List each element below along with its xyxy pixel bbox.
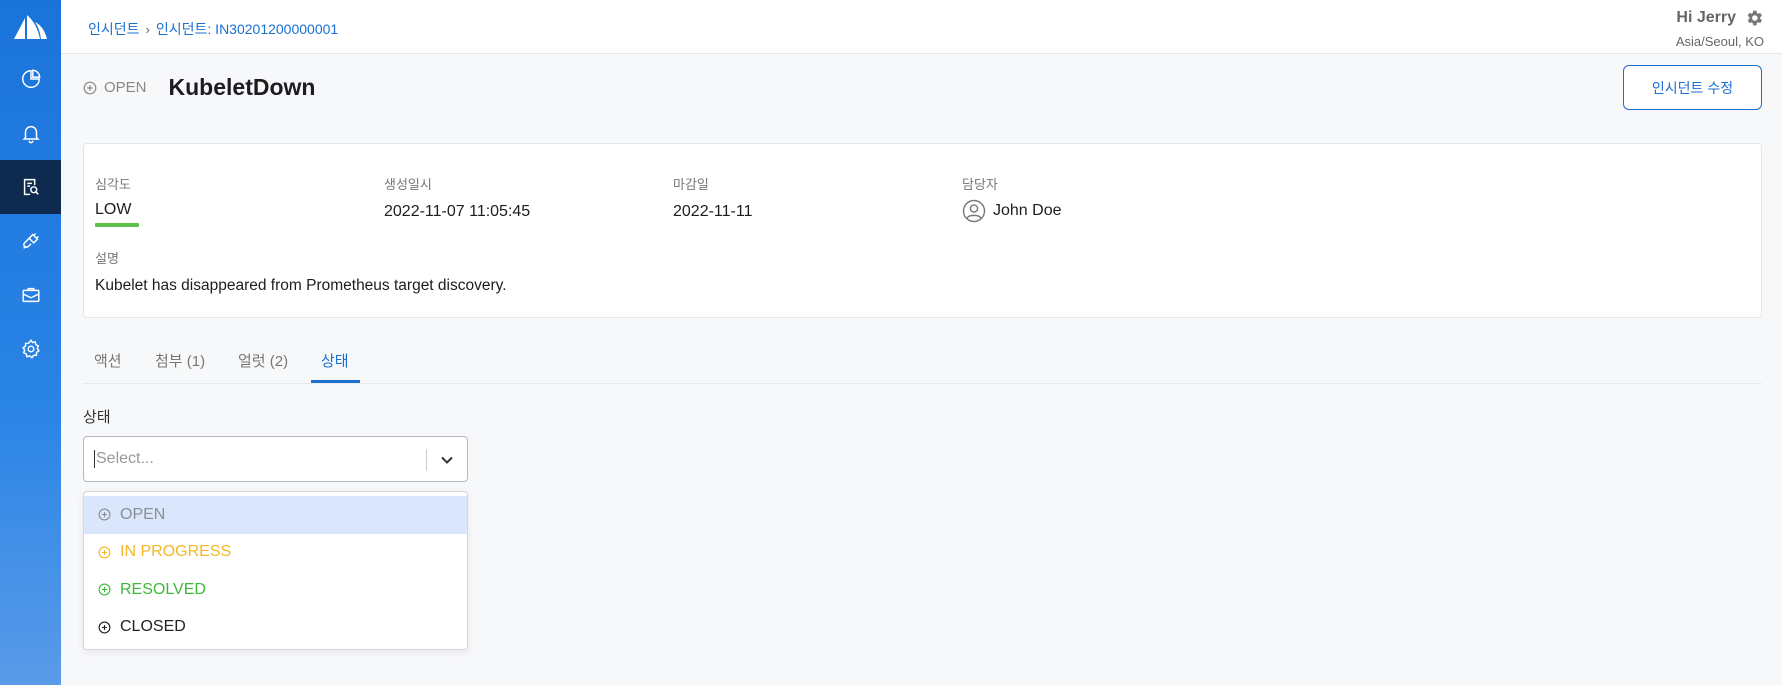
header: 인시던트 › 인시던트: IN30201200000001 Hi Jerry A… [61, 0, 1782, 54]
status-option-label: CLOSED [120, 618, 186, 636]
status-field-label: 상태 [83, 409, 111, 426]
created-value: 2022-11-07 11:05:45 [384, 203, 531, 220]
due-label: 마감일 [673, 177, 709, 192]
assignee-name: John Doe [993, 202, 1062, 219]
breadcrumb-separator-icon: › [145, 21, 150, 37]
breadcrumb-current-link[interactable]: 인시던트: IN30201200000001 [156, 19, 338, 39]
status-select[interactable]: Select... [83, 436, 468, 482]
breadcrumb: 인시던트 › 인시던트: IN30201200000001 [88, 19, 338, 39]
due-value: 2022-11-11 [673, 203, 753, 220]
active-tab-indicator [311, 380, 360, 383]
status-in-progress-icon [98, 546, 111, 559]
sidebar-item-dashboard[interactable] [0, 52, 61, 106]
integration-plug-icon [22, 233, 39, 249]
description-label: 설명 [95, 251, 119, 266]
chevron-down-icon[interactable] [437, 450, 457, 470]
status-dropdown-menu: OPEN IN PROGRESS RESOLVED CLOSED [83, 491, 468, 650]
status-open-icon [83, 81, 97, 94]
tab-attachments[interactable]: 첨부 (1) [155, 350, 205, 371]
created-label: 생성일시 [384, 177, 432, 192]
incident-status-text: OPEN [104, 79, 147, 96]
description-value: Kubelet has disappeared from Prometheus … [95, 277, 507, 294]
status-option-label: IN PROGRESS [120, 543, 232, 561]
user-settings-gear-icon[interactable] [1744, 8, 1764, 28]
due-field: 마감일 2022-11-11 [673, 174, 752, 221]
incident-tabs: 액션 첨부 (1) 얼럿 (2) 상태 [83, 340, 1762, 384]
inbox-icon [21, 287, 40, 303]
settings-gear-icon [21, 339, 40, 359]
status-closed-icon [98, 621, 111, 634]
sail-logo-icon[interactable] [10, 12, 50, 42]
severity-label: 심각도 [95, 177, 131, 192]
status-resolved-icon [98, 583, 111, 596]
avatar-user-icon [962, 199, 986, 223]
sidebar-item-inbox[interactable] [0, 268, 61, 322]
sidebar-item-incidents[interactable] [0, 160, 61, 214]
tab-alerts[interactable]: 얼럿 (2) [238, 350, 288, 371]
severity-bar [95, 223, 139, 227]
bell-icon [21, 125, 40, 144]
user-box: Hi Jerry Asia/Seoul, KO [1676, 8, 1764, 49]
status-select-placeholder[interactable]: Select... [94, 450, 154, 468]
severity-value: LOW [95, 201, 132, 218]
user-timezone: Asia/Seoul, KO [1675, 34, 1764, 49]
breadcrumb-root-link[interactable]: 인시던트 [88, 19, 140, 39]
sidebar-item-integrations[interactable] [0, 214, 61, 268]
assignee-field: 담당자 John Doe [962, 174, 1062, 223]
tab-status[interactable]: 상태 [321, 350, 349, 371]
sidebar-item-alerts[interactable] [0, 106, 61, 160]
tab-actions[interactable]: 액션 [94, 350, 122, 371]
status-option-open[interactable]: OPEN [84, 496, 467, 534]
status-option-label: OPEN [120, 505, 166, 523]
page-title: KubeletDown [168, 74, 316, 100]
sidebar [0, 0, 61, 685]
incident-info-card: 심각도 LOW 생성일시 2022-11-07 11:05:45 마감일 202… [83, 143, 1762, 318]
incident-title-row: OPEN KubeletDown [83, 74, 315, 101]
edit-incident-button[interactable]: 인시던트 수정 [1623, 65, 1762, 110]
status-option-resolved[interactable]: RESOLVED [84, 571, 467, 609]
incident-status: OPEN [83, 79, 147, 96]
status-open-icon [98, 508, 111, 521]
description-field: 설명 Kubelet has disappeared from Promethe… [95, 248, 507, 295]
user-greeting: Hi Jerry [1676, 9, 1736, 26]
dashboard-pie-icon [21, 69, 40, 88]
incident-search-icon [23, 178, 39, 196]
assignee-label: 담당자 [962, 177, 998, 192]
status-option-in-progress[interactable]: IN PROGRESS [84, 534, 467, 572]
status-option-closed[interactable]: CLOSED [84, 609, 467, 647]
severity-field: 심각도 LOW [95, 174, 139, 227]
select-divider [426, 449, 427, 471]
status-option-label: RESOLVED [120, 580, 206, 598]
sidebar-item-settings[interactable] [0, 322, 61, 376]
created-field: 생성일시 2022-11-07 11:05:45 [384, 174, 530, 221]
